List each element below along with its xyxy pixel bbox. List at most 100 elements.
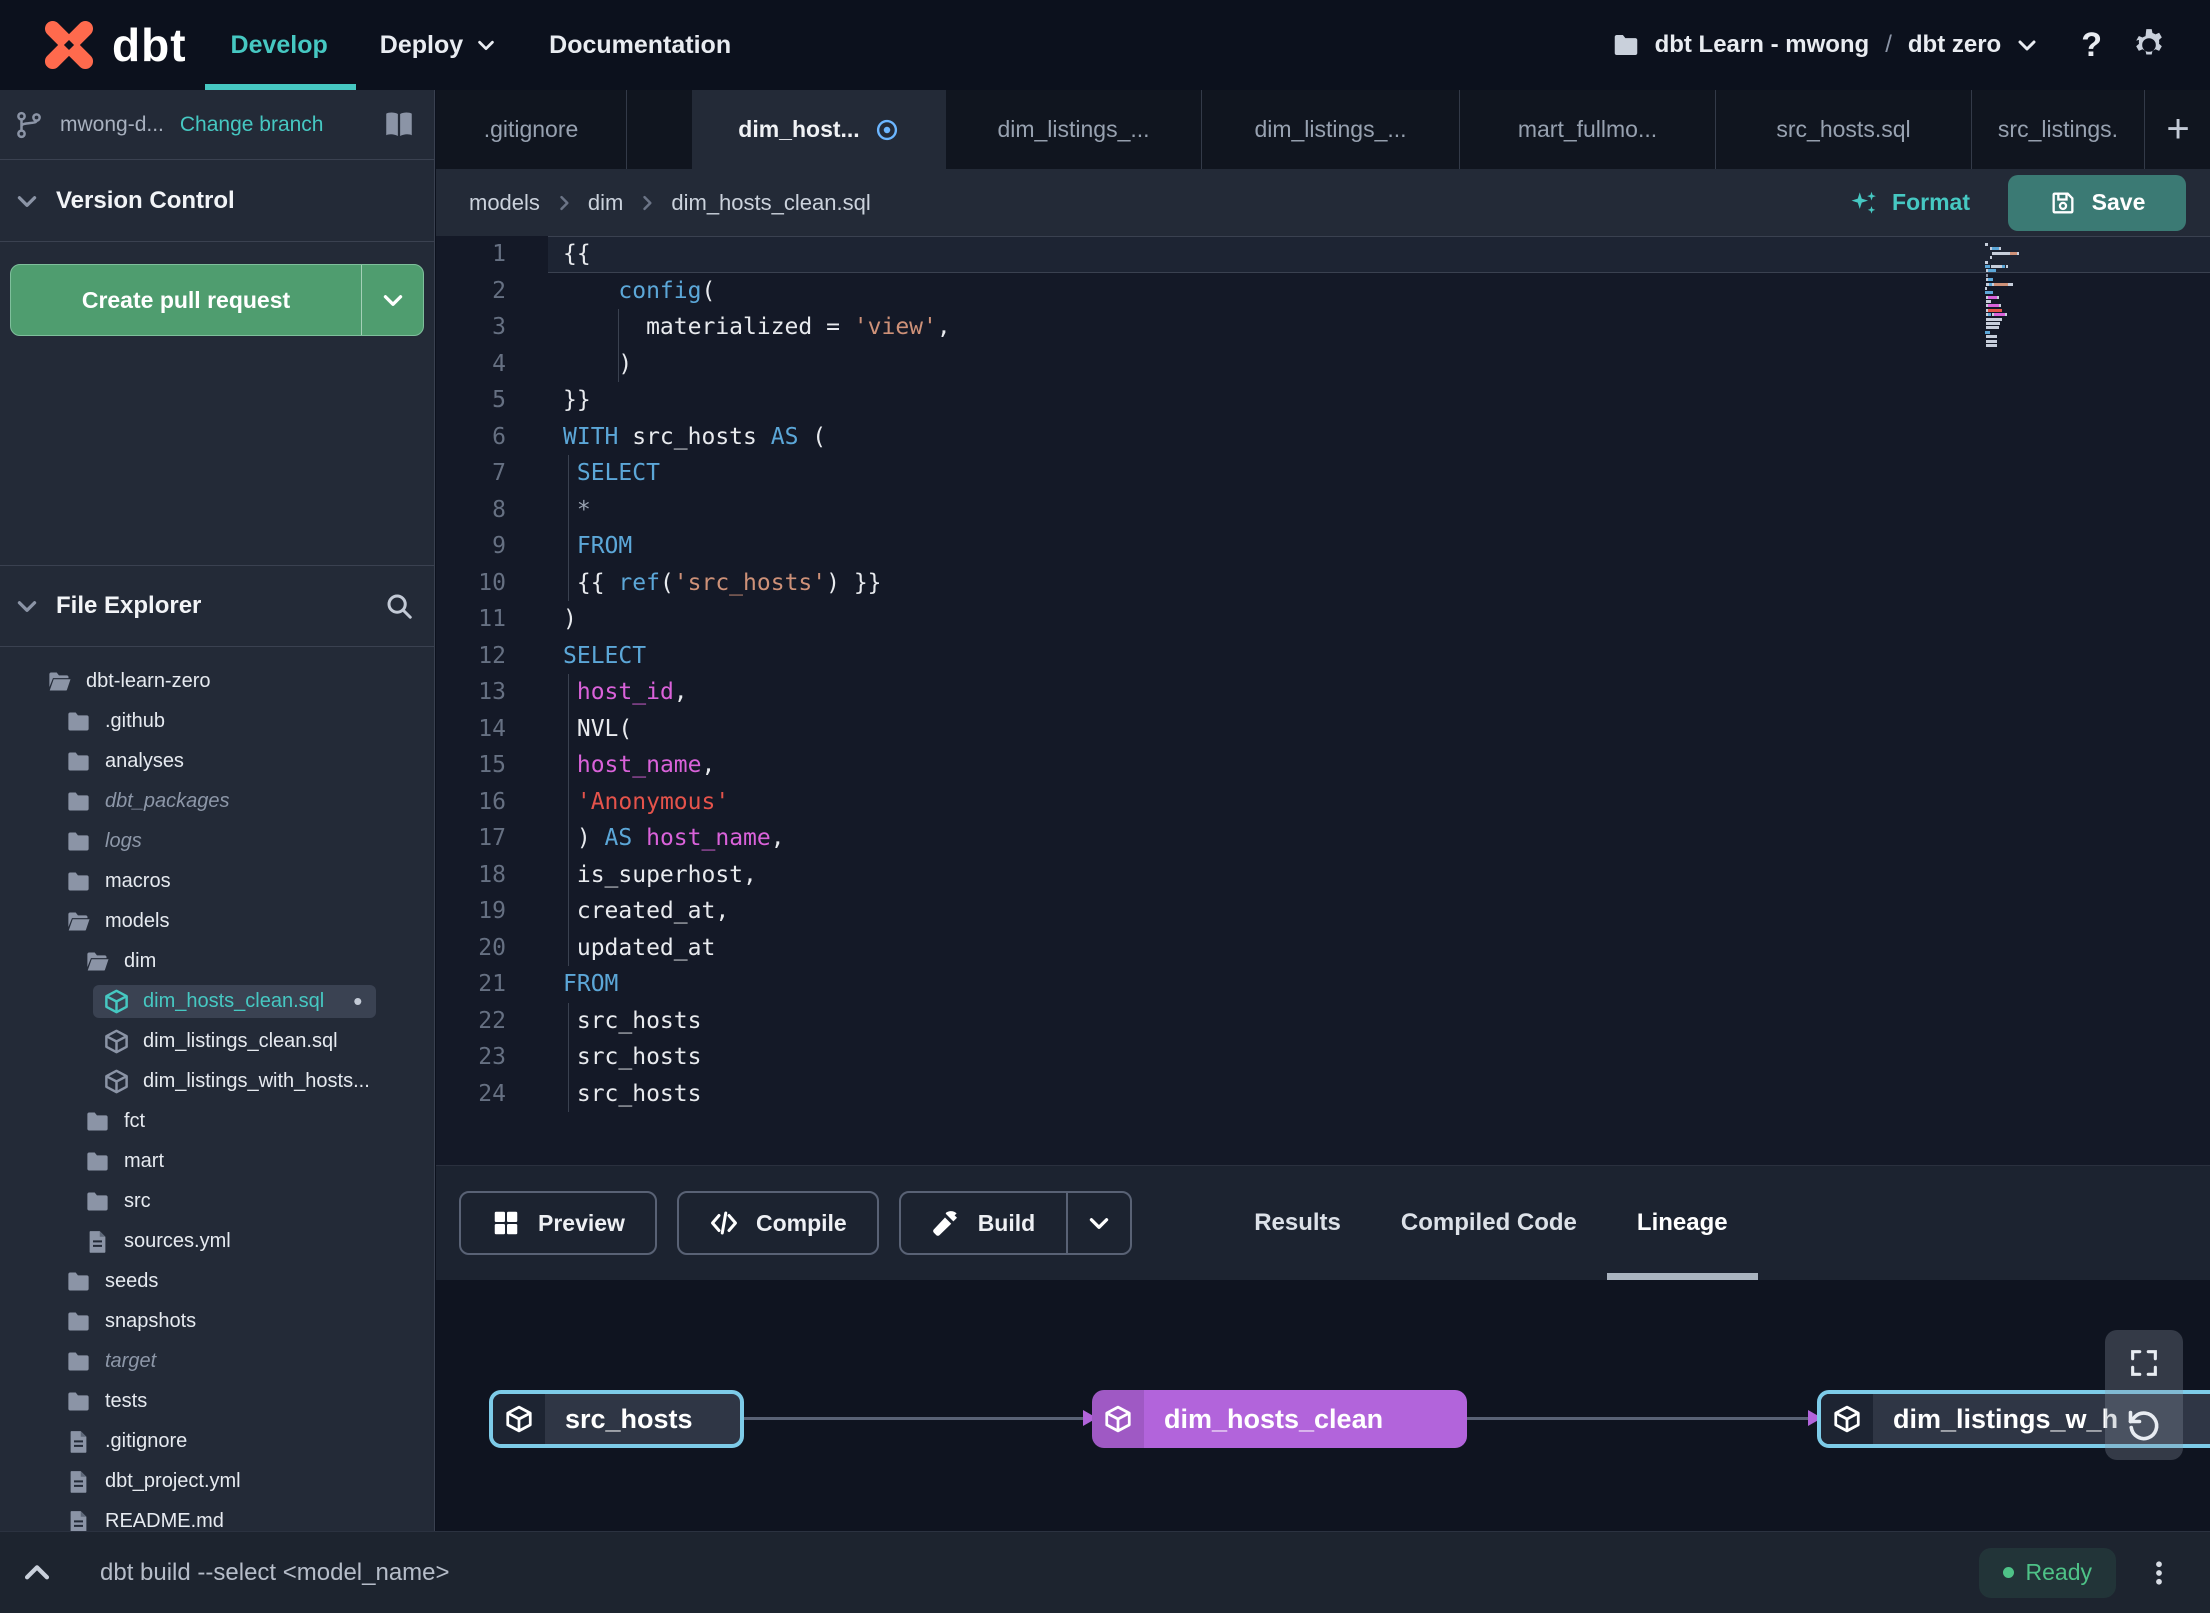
- lineage-node-dim-hosts-clean[interactable]: dim_hosts_clean: [1092, 1390, 1467, 1448]
- breadcrumb-item-dim[interactable]: dim: [588, 190, 623, 216]
- file-tree-item-gitignore[interactable]: .gitignore: [0, 1421, 434, 1461]
- nav-item-label: Documentation: [549, 30, 732, 59]
- nav-item-documentation[interactable]: Documentation: [549, 0, 731, 90]
- editor-tab-gitignore[interactable]: .gitignore: [436, 90, 627, 169]
- version-control-header[interactable]: Version Control: [0, 160, 434, 242]
- code-line[interactable]: 14 NVL(: [436, 710, 2210, 747]
- editor-minimap[interactable]: [1985, 243, 2037, 348]
- file-tree-item-logs[interactable]: logs: [0, 821, 434, 861]
- code-line[interactable]: 24 src_hosts: [436, 1075, 2210, 1112]
- breadcrumb-item-dim-hosts-clean-sql[interactable]: dim_hosts_clean.sql: [671, 190, 870, 216]
- new-tab-button[interactable]: +: [2145, 90, 2210, 169]
- dbt-logo[interactable]: dbt: [0, 0, 187, 90]
- file-tree-item-analyses[interactable]: analyses: [0, 741, 434, 781]
- editor-tab-dim-listings[interactable]: dim_listings_...: [1202, 90, 1460, 169]
- file-tree-item-dbt-packages[interactable]: dbt_packages: [0, 781, 434, 821]
- nav-item-deploy[interactable]: Deploy: [380, 0, 497, 90]
- code-token: {{: [563, 241, 591, 267]
- file-tree-item-src[interactable]: src: [0, 1181, 434, 1221]
- file-tree-item-fct[interactable]: fct: [0, 1101, 434, 1141]
- nav-item-develop[interactable]: Develop: [204, 0, 357, 90]
- editor-tab-src-hosts-sql[interactable]: src_hosts.sql: [1716, 90, 1972, 169]
- panel-tab-lineage[interactable]: Lineage: [1606, 1166, 1758, 1280]
- panel-tab-results[interactable]: Results: [1224, 1166, 1371, 1280]
- build-button[interactable]: Build: [898, 1191, 1133, 1255]
- lineage-node-src-hosts[interactable]: src_hosts: [489, 1390, 744, 1448]
- indent-guide: [567, 528, 569, 565]
- file-tree-item-github[interactable]: .github: [0, 701, 434, 741]
- project-selector[interactable]: dbt Learn - mwong / dbt zero: [1611, 30, 2040, 60]
- code-line[interactable]: 1 {{: [436, 236, 2210, 273]
- file-tree-item-dbt-project-yml[interactable]: dbt_project.yml: [0, 1461, 434, 1501]
- code-line[interactable]: 11): [436, 601, 2210, 638]
- line-number: 4: [492, 350, 506, 377]
- code-line[interactable]: 7 SELECT: [436, 455, 2210, 492]
- editor-tab-dim-listings[interactable]: dim_listings_...: [946, 90, 1202, 169]
- code-line[interactable]: 3 materialized = 'view',: [436, 309, 2210, 346]
- search-icon[interactable]: [384, 591, 414, 621]
- file-tree-item-dim-listings-clean-sql[interactable]: dim_listings_clean.sql: [0, 1021, 434, 1061]
- file-tree-item-dbt-learn-zero[interactable]: dbt-learn-zero: [0, 661, 434, 701]
- file-tree-item-tests[interactable]: tests: [0, 1381, 434, 1421]
- code-line[interactable]: 12 SELECT: [436, 638, 2210, 675]
- code-line[interactable]: 20 updated_at: [436, 929, 2210, 966]
- file-tree-item-dim-hosts-clean-sql[interactable]: dim_hosts_clean.sql •: [0, 981, 434, 1021]
- code-token: AS: [604, 825, 633, 851]
- command-text[interactable]: dbt build --select <model_name>: [100, 1559, 450, 1587]
- preview-button[interactable]: Preview: [459, 1191, 657, 1255]
- create-pull-request-button[interactable]: Create pull request: [10, 264, 424, 336]
- file-icon: [65, 1508, 92, 1531]
- code-line[interactable]: 5}}: [436, 382, 2210, 419]
- code-line[interactable]: 13 host_id,: [436, 674, 2210, 711]
- file-tree-item-snapshots[interactable]: snapshots: [0, 1301, 434, 1341]
- file-tree-item-readme-md[interactable]: README.md: [0, 1501, 434, 1531]
- save-button[interactable]: Save: [2008, 174, 2186, 231]
- code-line[interactable]: 10 {{ ref('src_hosts') }}: [436, 564, 2210, 601]
- code-line[interactable]: 2 config(: [436, 273, 2210, 310]
- chevron-down-icon: [475, 34, 497, 56]
- code-line[interactable]: 23 src_hosts: [436, 1039, 2210, 1076]
- code-line[interactable]: 19 created_at,: [436, 893, 2210, 930]
- breadcrumb-item-models[interactable]: models: [469, 190, 540, 216]
- code-line[interactable]: 17 ) AS host_name,: [436, 820, 2210, 857]
- file-tree-item-macros[interactable]: macros: [0, 861, 434, 901]
- file-explorer-header[interactable]: File Explorer: [0, 565, 434, 647]
- code-line[interactable]: 8 *: [436, 491, 2210, 528]
- compile-button[interactable]: Compile: [676, 1191, 879, 1255]
- code-line[interactable]: 16 'Anonymous': [436, 783, 2210, 820]
- pr-dropdown-toggle[interactable]: [361, 265, 423, 335]
- lineage-canvas[interactable]: src_hosts dim_hosts_clean dim_listings_w_h: [436, 1280, 2210, 1531]
- folder-open-icon: [65, 908, 92, 935]
- file-tree-item-dim[interactable]: dim: [0, 941, 434, 981]
- code-line[interactable]: 21 FROM: [436, 966, 2210, 1003]
- editor-tab-mart-fullmo[interactable]: mart_fullmo...: [1460, 90, 1716, 169]
- gear-icon[interactable]: [2130, 26, 2168, 64]
- code-line[interactable]: 18 is_superhost,: [436, 856, 2210, 893]
- refresh-icon[interactable]: [2126, 1408, 2162, 1444]
- code-token: src_hosts: [563, 1007, 702, 1034]
- code-editor[interactable]: 1{{2 config(3 materialized = 'view', 4 ) 5…: [436, 236, 2210, 1165]
- docs-book-icon[interactable]: [382, 108, 416, 142]
- kebab-menu-icon[interactable]: [2144, 1558, 2174, 1588]
- code-line[interactable]: 22 src_hosts: [436, 1002, 2210, 1039]
- file-tree-item-mart[interactable]: mart: [0, 1141, 434, 1181]
- file-tree-item-sources-yml[interactable]: sources.yml: [0, 1221, 434, 1261]
- file-tree-item-dim-listings-with-hosts[interactable]: dim_listings_with_hosts...: [0, 1061, 434, 1101]
- format-button[interactable]: Format: [1849, 188, 1970, 218]
- panel-tab-compiled-code[interactable]: Compiled Code: [1371, 1166, 1607, 1280]
- code-token: is_superhost,: [563, 861, 757, 888]
- help-button[interactable]: ?: [2081, 26, 2102, 65]
- change-branch-link[interactable]: Change branch: [180, 113, 324, 137]
- code-line[interactable]: 6 WITH src_hosts AS (: [436, 419, 2210, 456]
- fullscreen-icon[interactable]: [2127, 1346, 2161, 1380]
- file-tree-item-models[interactable]: models: [0, 901, 434, 941]
- file-tree-item-seeds[interactable]: seeds: [0, 1261, 434, 1301]
- code-line[interactable]: 9 FROM: [436, 528, 2210, 565]
- file-tree-item-target[interactable]: target: [0, 1341, 434, 1381]
- editor-tab-src-listings[interactable]: src_listings.: [1972, 90, 2145, 169]
- code-line[interactable]: 15 host_name,: [436, 747, 2210, 784]
- chevron-up-icon[interactable]: [20, 1556, 54, 1590]
- code-line[interactable]: 4 ): [436, 345, 2210, 382]
- build-dropdown-toggle[interactable]: [1066, 1193, 1130, 1253]
- editor-tab-dim-host[interactable]: dim_host...: [692, 90, 946, 169]
